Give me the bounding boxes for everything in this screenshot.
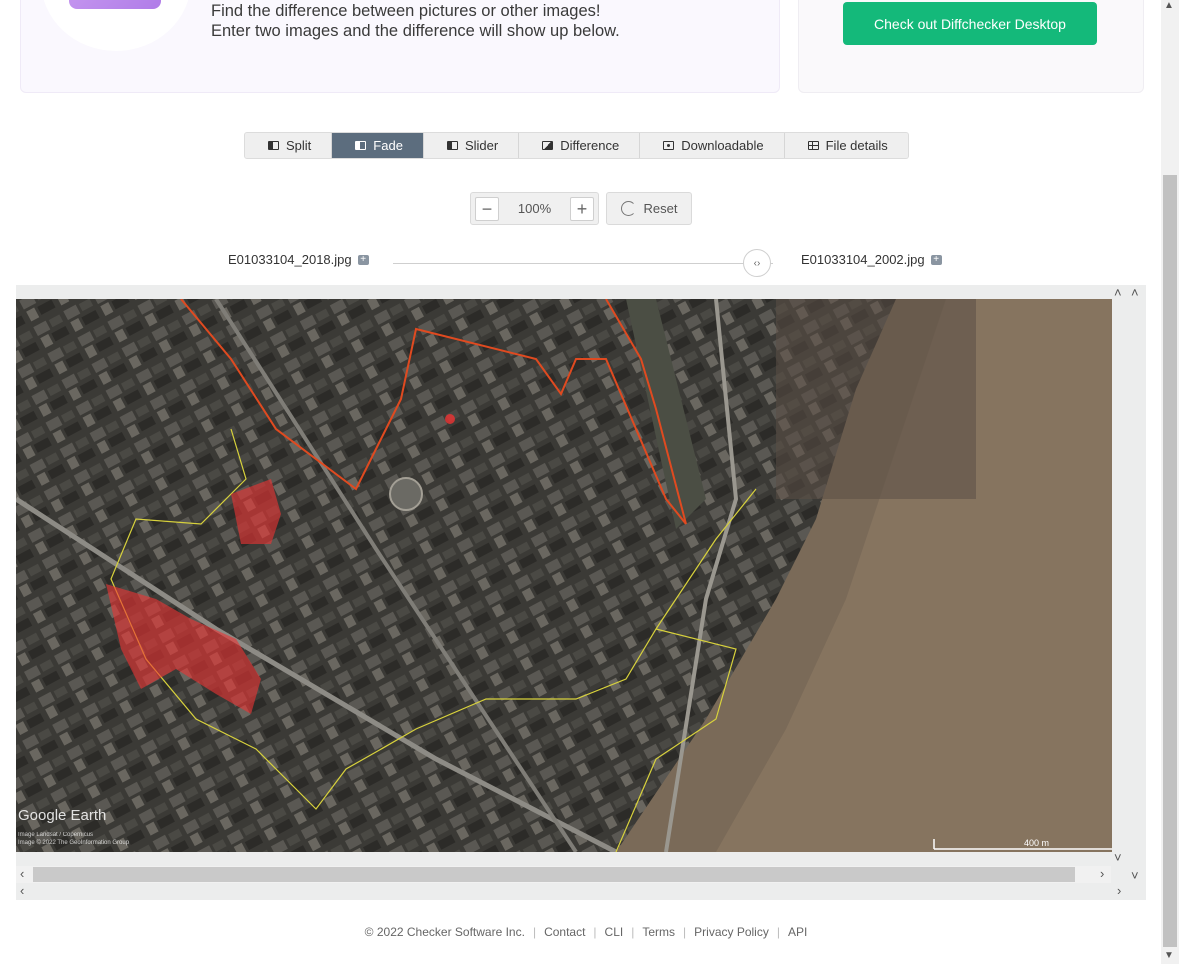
tab-fade[interactable]: Fade	[332, 133, 424, 158]
add-file-icon[interactable]: +	[930, 255, 942, 265]
diffchecker-desktop-button[interactable]: Check out Diffchecker Desktop	[843, 2, 1097, 45]
reset-zoom-button[interactable]: Reset	[606, 192, 692, 225]
tab-label: Fade	[373, 138, 403, 153]
footer-link-cli[interactable]: CLI	[597, 925, 632, 939]
difference-view-icon	[542, 141, 554, 150]
scroll-left-arrow[interactable]: ‹	[20, 866, 24, 881]
fade-slider-handle[interactable]: ‹›	[743, 249, 771, 277]
image-icon	[69, 0, 161, 9]
tab-label: File details	[825, 138, 888, 153]
reset-label: Reset	[643, 201, 678, 216]
google-earth-watermark: Google Earth	[18, 807, 107, 824]
slider-view-icon	[446, 141, 458, 150]
right-file-name: E01033104_2002.jpg +	[801, 252, 942, 267]
add-file-icon[interactable]: +	[357, 255, 369, 265]
page-scroll-up-arrow[interactable]: ▲	[1164, 0, 1174, 11]
footer-link-terms[interactable]: Terms	[634, 925, 683, 939]
scroll-up-arrow[interactable]: ˄	[1131, 285, 1139, 300]
footer-link-privacy[interactable]: Privacy Policy	[686, 925, 777, 939]
hero-panel: Find the difference between pictures or …	[20, 0, 780, 93]
zoom-control: − 100% +	[470, 192, 599, 225]
footer: © 2022 Checker Software Inc. | Contact | CLI…	[0, 925, 1172, 939]
scroll-down-arrow[interactable]: ˅	[1131, 868, 1139, 883]
satellite-map-svg	[16, 299, 1112, 852]
tab-downloadable[interactable]: Downloadable	[640, 133, 785, 158]
copyright-text: © 2022 Checker Software Inc.	[364, 925, 525, 939]
view-mode-tabs: Split Fade Slider Difference Downloadabl…	[244, 132, 909, 159]
scroll-up-arrow[interactable]: ˄	[1114, 285, 1122, 300]
horizontal-scroll-thumb[interactable]	[33, 867, 1075, 882]
map-credit: Image Landsat / Copernicus Image © 2022 …	[18, 831, 129, 847]
hero-line-2: Enter two images and the difference will…	[211, 22, 620, 40]
fade-view-icon	[355, 141, 367, 150]
tab-label: Split	[286, 138, 312, 153]
hero-line-1: Find the difference between pictures or …	[211, 2, 601, 20]
tab-label: Downloadable	[681, 138, 764, 153]
file-details-icon	[807, 141, 819, 150]
tab-difference[interactable]: Difference	[519, 133, 641, 158]
left-file-name: E01033104_2018.jpg +	[228, 252, 369, 267]
right-file-label: E01033104_2002.jpg	[801, 252, 925, 267]
scroll-left-arrow[interactable]: ‹	[20, 883, 24, 898]
tab-file-details[interactable]: File details	[784, 133, 908, 158]
download-view-icon	[663, 141, 675, 150]
left-file-label: E01033104_2018.jpg	[228, 252, 352, 267]
tab-split[interactable]: Split	[245, 133, 333, 158]
split-view-icon	[268, 141, 279, 150]
tab-slider[interactable]: Slider	[423, 133, 520, 158]
map-credit-line-1: Image Landsat / Copernicus	[18, 832, 94, 838]
scroll-right-arrow[interactable]: ›	[1117, 883, 1121, 898]
tab-label: Difference	[560, 138, 620, 153]
page-scroll-thumb[interactable]	[1163, 175, 1177, 947]
fade-slider-track[interactable]	[393, 263, 773, 264]
page-scroll-down-arrow[interactable]: ▼	[1164, 950, 1174, 961]
aerial-image: Google Earth Image Landsat / Copernicus …	[16, 299, 1112, 852]
footer-link-api[interactable]: API	[780, 925, 815, 939]
reset-icon	[620, 201, 636, 216]
tab-label: Slider	[464, 138, 499, 153]
footer-link-contact[interactable]: Contact	[536, 925, 593, 939]
zoom-level: 100%	[517, 201, 552, 216]
zoom-in-button[interactable]: +	[570, 196, 594, 221]
hero-description: Find the difference between pictures or …	[211, 1, 620, 41]
map-scale-label: 400 m	[1024, 838, 1050, 848]
desktop-promo-panel: Check out Diffchecker Desktop	[798, 0, 1144, 93]
zoom-out-button[interactable]: −	[475, 196, 499, 221]
map-credit-line-2: Image © 2022 The GeoInformation Group	[18, 840, 130, 846]
scroll-down-arrow[interactable]: ˅	[1114, 850, 1122, 865]
scroll-right-arrow[interactable]: ›	[1100, 866, 1104, 881]
